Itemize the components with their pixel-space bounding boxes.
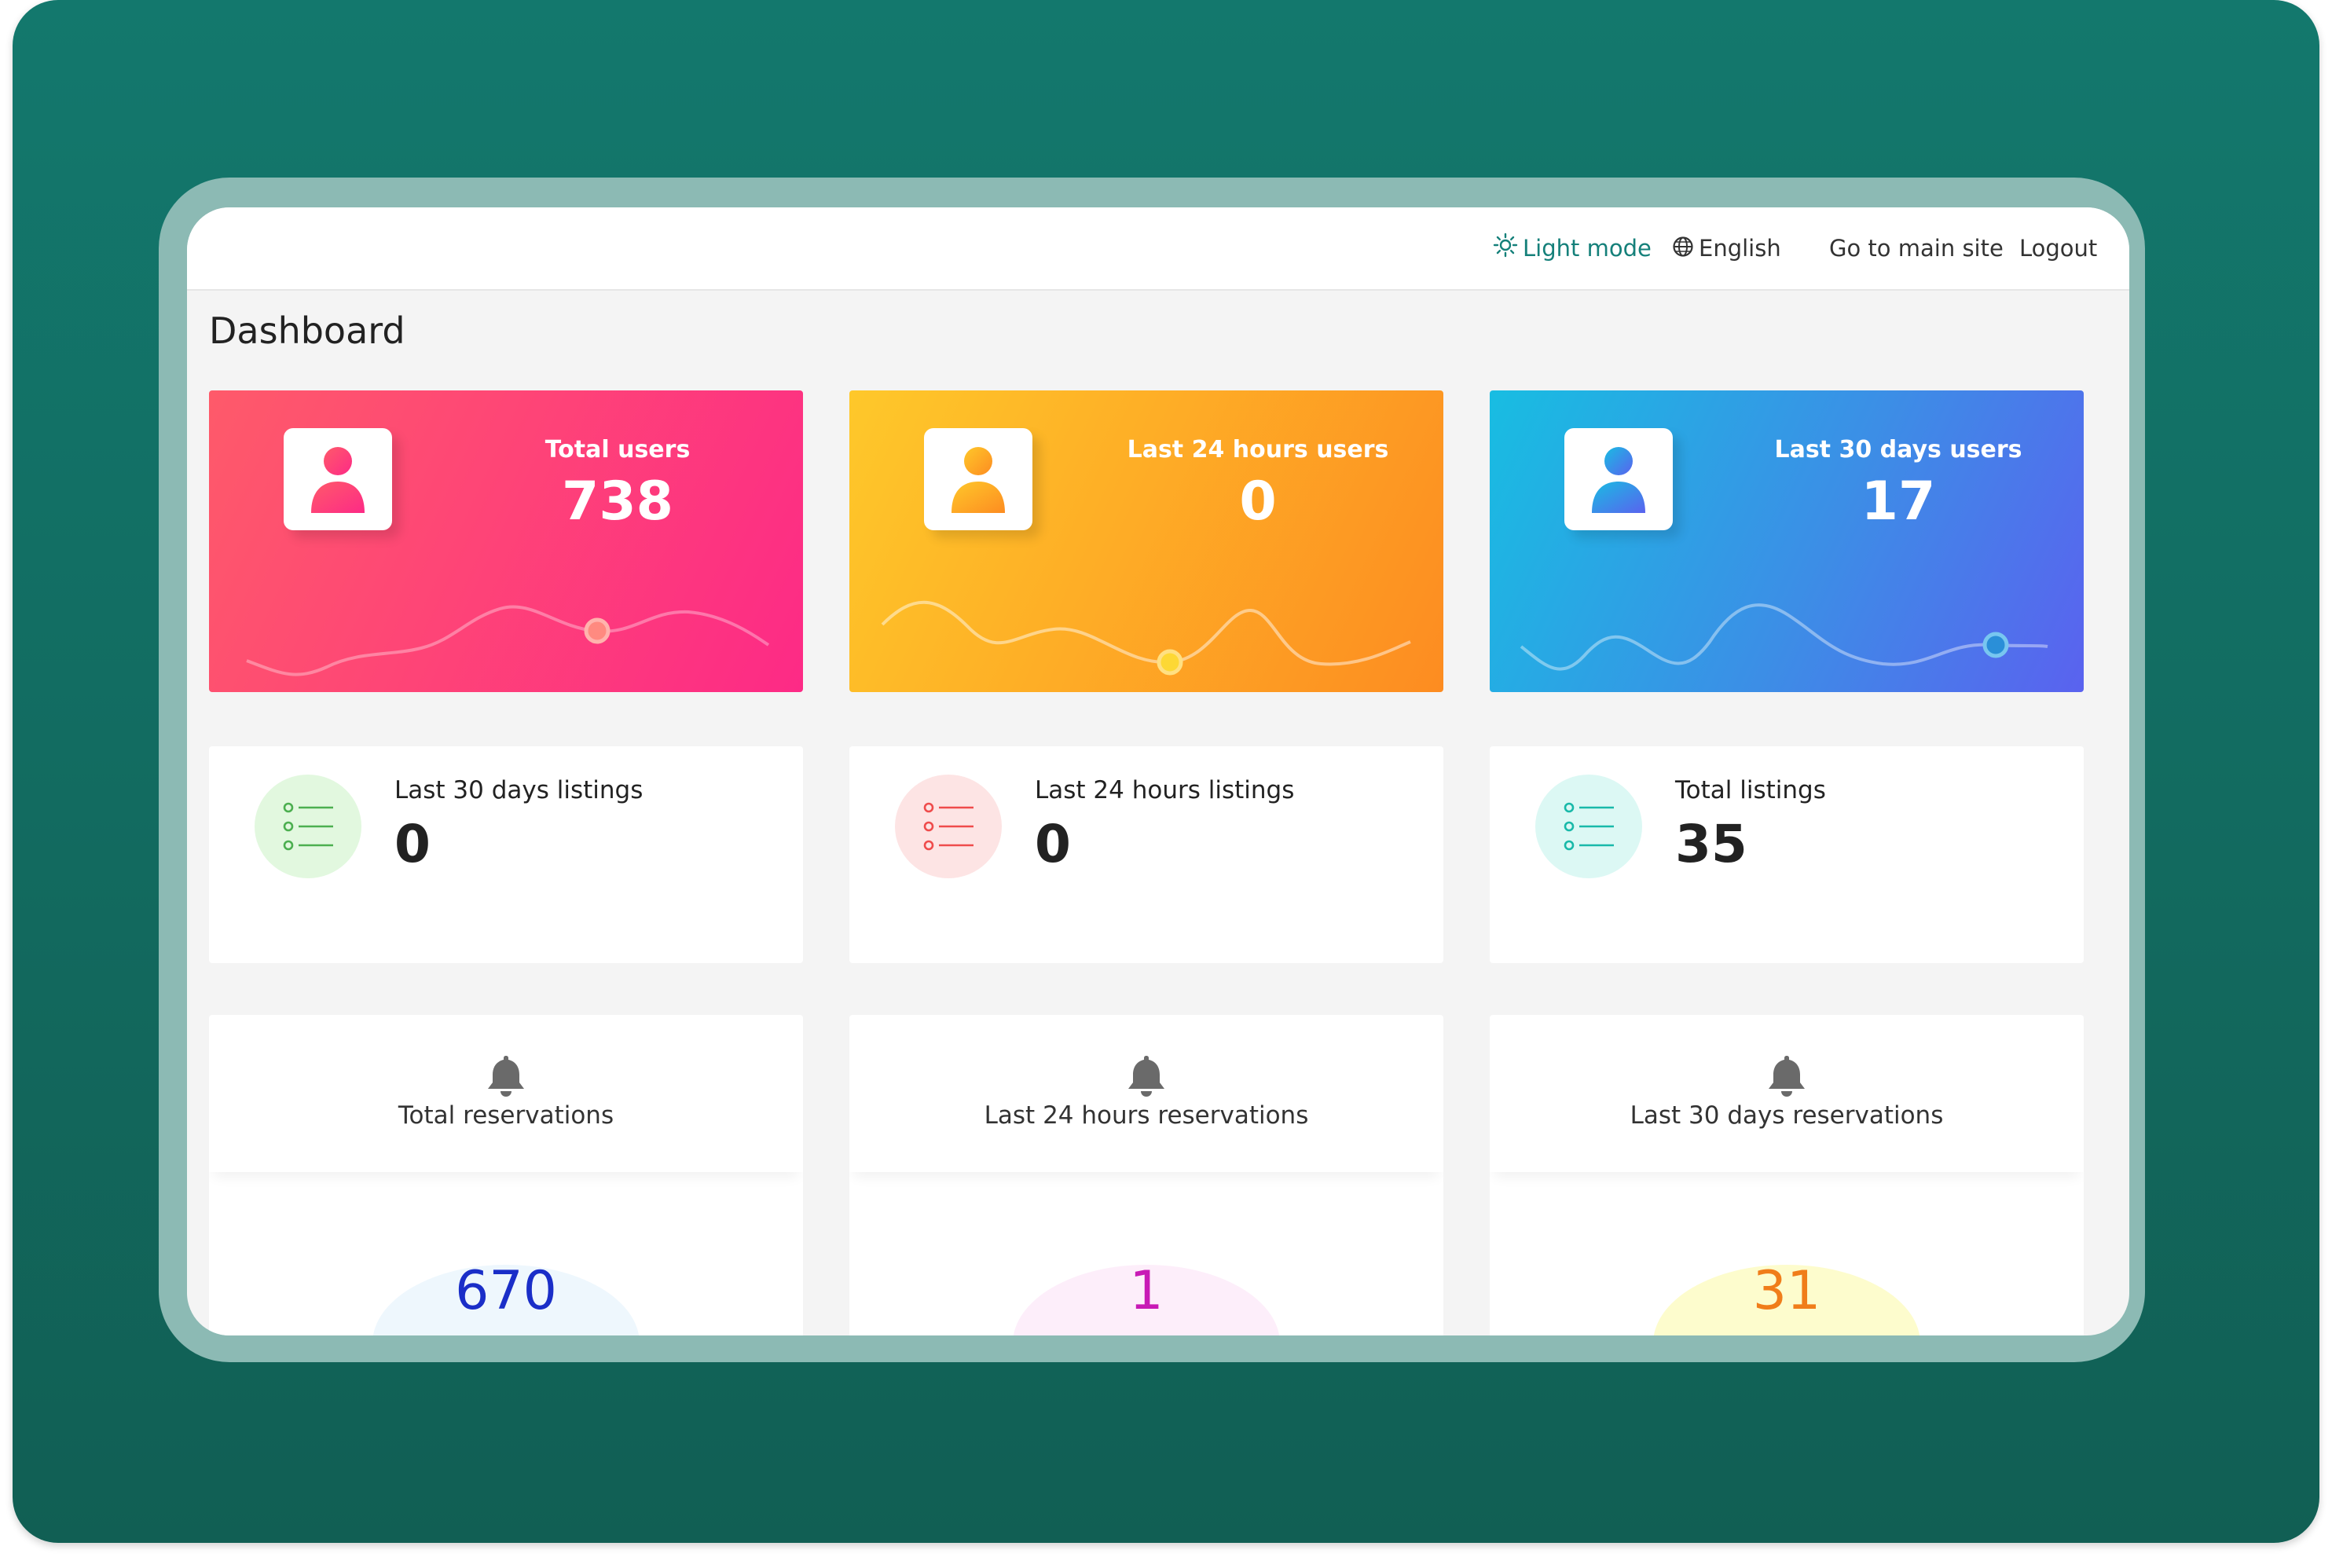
bell-icon	[488, 1056, 524, 1097]
card-label: Last 24 hours listings	[1035, 776, 1295, 804]
last-24-hours-users-card: Last 24 hours users 0	[849, 390, 1443, 692]
total-listings-card: Total listings 35	[1490, 746, 2084, 963]
user-avatar-box	[1564, 428, 1673, 530]
card-label: Last 24 hours users	[1127, 436, 1389, 463]
language-label: English	[1699, 235, 1781, 262]
total-reservations-card: Total reservations 670	[209, 1015, 803, 1335]
list-icon-circle	[1535, 775, 1642, 878]
card-label: Total users	[544, 436, 691, 463]
card-value: 670	[455, 1260, 557, 1322]
card-label: Total listings	[1675, 776, 1826, 804]
dashboard-screen: Light mode English Go to main site Logou…	[187, 207, 2129, 1335]
last-24-hours-reservations-card: Last 24 hours reservations 1	[849, 1015, 1443, 1335]
card-header: Last 24 hours reservations	[849, 1015, 1443, 1172]
user-icon	[952, 447, 1005, 513]
card-value: 1	[1129, 1260, 1164, 1322]
card-value: 17	[1861, 471, 1936, 533]
light-mode-label: Light mode	[1523, 235, 1652, 262]
globe-icon	[1672, 233, 1694, 267]
user-icon	[1592, 447, 1645, 513]
card-value: 0	[1239, 471, 1277, 533]
logout-link[interactable]: Logout	[2019, 231, 2097, 266]
light-mode-toggle[interactable]: Light mode	[1493, 231, 1652, 266]
user-avatar-box	[924, 428, 1032, 530]
bell-icon	[1128, 1056, 1164, 1097]
sparkline	[881, 600, 1411, 676]
card-label: Last 30 days listings	[394, 776, 644, 804]
sparkline	[246, 605, 770, 676]
list-icon-circle	[895, 775, 1002, 878]
last-30-days-reservations-card: Last 30 days reservations 31	[1490, 1015, 2084, 1335]
list-icon	[1564, 802, 1614, 851]
bell-icon	[1769, 1056, 1805, 1097]
card-label: Total reservations	[398, 1101, 614, 1130]
top-navbar: Light mode English Go to main site Logou…	[187, 207, 2129, 291]
card-header: Total reservations	[209, 1015, 803, 1172]
card-value: 0	[1035, 814, 1071, 874]
user-avatar-box	[284, 428, 392, 530]
sun-icon	[1493, 233, 1518, 267]
card-value: 35	[1675, 814, 1747, 874]
go-to-main-site-link[interactable]: Go to main site	[1829, 231, 2004, 266]
page-title: Dashboard	[209, 310, 405, 352]
language-selector[interactable]: English	[1672, 231, 1781, 266]
card-value: 738	[562, 471, 673, 533]
card-header: Last 30 days reservations	[1490, 1015, 2084, 1172]
last-30-days-listings-card: Last 30 days listings 0	[209, 746, 803, 963]
card-label: Last 30 days users	[1774, 436, 2022, 463]
last-24-hours-listings-card: Last 24 hours listings 0	[849, 746, 1443, 963]
card-value: 0	[394, 814, 431, 874]
last-30-days-users-card: Last 30 days users 17	[1490, 390, 2084, 692]
list-icon	[283, 802, 333, 851]
user-icon	[311, 447, 365, 513]
card-value: 31	[1752, 1260, 1821, 1322]
list-icon-circle	[255, 775, 361, 878]
list-icon	[923, 802, 974, 851]
total-users-card: Total users 738	[209, 390, 803, 692]
card-label: Last 30 days reservations	[1630, 1101, 1944, 1130]
sparkline	[1520, 603, 2048, 671]
card-label: Last 24 hours reservations	[984, 1101, 1309, 1130]
